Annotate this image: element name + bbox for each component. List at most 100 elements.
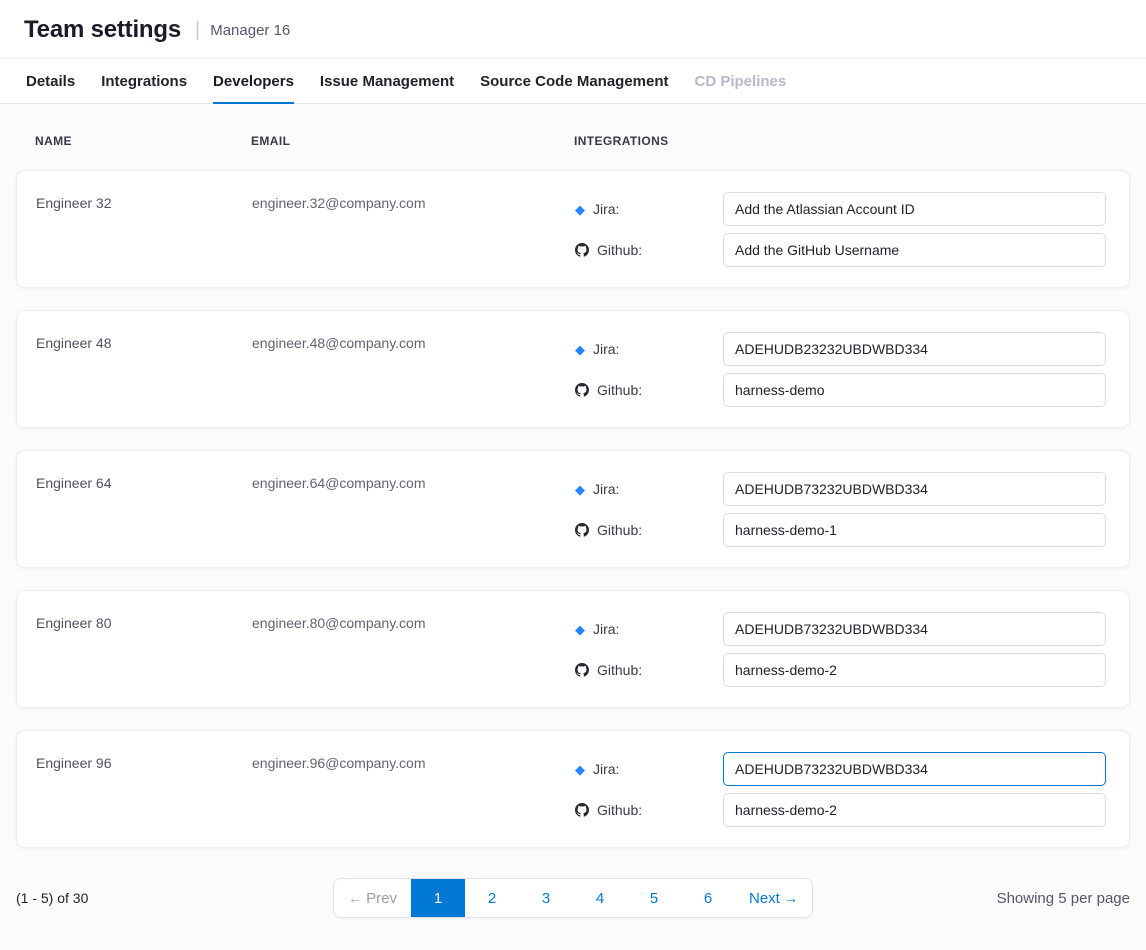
jira-account-input[interactable] bbox=[723, 472, 1106, 506]
column-header-integrations: INTEGRATIONS bbox=[574, 134, 1107, 148]
jira-row: ◆ Jira: bbox=[575, 192, 1106, 226]
prev-label: Prev bbox=[366, 890, 397, 907]
jira-label-text: Jira: bbox=[593, 481, 619, 497]
github-label: Github: bbox=[575, 242, 723, 258]
jira-row: ◆ Jira: bbox=[575, 612, 1106, 646]
github-icon bbox=[575, 523, 589, 537]
pagination-bar: (1 - 5) of 30 ← Prev 1 2 3 4 5 6 Next → … bbox=[0, 870, 1146, 942]
page-button-3[interactable]: 3 bbox=[519, 879, 573, 917]
column-header-email: EMAIL bbox=[251, 134, 574, 148]
developer-card: Engineer 32 engineer.32@company.com ◆ Ji… bbox=[16, 170, 1130, 288]
column-header-name: NAME bbox=[35, 134, 251, 148]
jira-label-text: Jira: bbox=[593, 201, 619, 217]
header: Team settings | Manager 16 bbox=[0, 0, 1146, 59]
jira-label-text: Jira: bbox=[593, 621, 619, 637]
github-row: Github: bbox=[575, 513, 1106, 547]
github-label-text: Github: bbox=[597, 382, 642, 398]
page-button-4[interactable]: 4 bbox=[573, 879, 627, 917]
developer-card: Engineer 96 engineer.96@company.com ◆ Ji… bbox=[16, 730, 1130, 848]
github-row: Github: bbox=[575, 373, 1106, 407]
integrations-cell: ◆ Jira: Github: bbox=[575, 731, 1106, 847]
table-column-headers: NAME EMAIL INTEGRATIONS bbox=[16, 104, 1130, 170]
github-label: Github: bbox=[575, 802, 723, 818]
jira-label: ◆ Jira: bbox=[575, 201, 723, 217]
github-label-text: Github: bbox=[597, 802, 642, 818]
github-icon bbox=[575, 663, 589, 677]
github-label: Github: bbox=[575, 662, 723, 678]
jira-row: ◆ Jira: bbox=[575, 332, 1106, 366]
jira-icon: ◆ bbox=[575, 203, 585, 216]
github-label-text: Github: bbox=[597, 662, 642, 678]
jira-row: ◆ Jira: bbox=[575, 752, 1106, 786]
pager: ← Prev 1 2 3 4 5 6 Next → bbox=[333, 878, 813, 918]
github-username-input[interactable] bbox=[723, 373, 1106, 407]
jira-icon: ◆ bbox=[575, 763, 585, 776]
github-row: Github: bbox=[575, 233, 1106, 267]
jira-icon: ◆ bbox=[575, 623, 585, 636]
left-arrow-icon: ← bbox=[348, 890, 362, 906]
developer-name: Engineer 96 bbox=[36, 731, 252, 847]
integrations-cell: ◆ Jira: Github: bbox=[575, 451, 1106, 567]
jira-label: ◆ Jira: bbox=[575, 481, 723, 497]
integrations-cell: ◆ Jira: Github: bbox=[575, 311, 1106, 427]
jira-account-input[interactable] bbox=[723, 752, 1106, 786]
developer-card: Engineer 64 engineer.64@company.com ◆ Ji… bbox=[16, 450, 1130, 568]
jira-label: ◆ Jira: bbox=[575, 621, 723, 637]
tab-details[interactable]: Details bbox=[26, 59, 75, 104]
page-title: Team settings bbox=[24, 16, 181, 44]
github-label-text: Github: bbox=[597, 522, 642, 538]
developer-card: Engineer 48 engineer.48@company.com ◆ Ji… bbox=[16, 310, 1130, 428]
integrations-cell: ◆ Jira: Github: bbox=[575, 591, 1106, 707]
tab-source-code-management[interactable]: Source Code Management bbox=[480, 59, 668, 104]
prev-page-button[interactable]: ← Prev bbox=[334, 879, 411, 917]
github-row: Github: bbox=[575, 793, 1106, 827]
jira-icon: ◆ bbox=[575, 483, 585, 496]
github-username-input[interactable] bbox=[723, 233, 1106, 267]
github-icon bbox=[575, 383, 589, 397]
developer-name: Engineer 48 bbox=[36, 311, 252, 427]
right-arrow-icon: → bbox=[784, 890, 798, 906]
team-name: Manager 16 bbox=[210, 22, 290, 39]
github-label: Github: bbox=[575, 382, 723, 398]
github-username-input[interactable] bbox=[723, 793, 1106, 827]
page-button-5[interactable]: 5 bbox=[627, 879, 681, 917]
jira-account-input[interactable] bbox=[723, 612, 1106, 646]
developer-email: engineer.32@company.com bbox=[252, 171, 575, 287]
jira-label-text: Jira: bbox=[593, 761, 619, 777]
page-button-1[interactable]: 1 bbox=[411, 879, 465, 917]
developers-panel: NAME EMAIL INTEGRATIONS Engineer 32 engi… bbox=[0, 104, 1146, 950]
page-button-6[interactable]: 6 bbox=[681, 879, 735, 917]
tab-bar: Details Integrations Developers Issue Ma… bbox=[0, 59, 1146, 104]
jira-label: ◆ Jira: bbox=[575, 341, 723, 357]
jira-label-text: Jira: bbox=[593, 341, 619, 357]
next-label: Next bbox=[749, 890, 780, 907]
page-button-2[interactable]: 2 bbox=[465, 879, 519, 917]
developer-name: Engineer 32 bbox=[36, 171, 252, 287]
github-username-input[interactable] bbox=[723, 513, 1106, 547]
tab-developers[interactable]: Developers bbox=[213, 59, 294, 104]
integrations-cell: ◆ Jira: Github: bbox=[575, 171, 1106, 287]
pagination-range: (1 - 5) of 30 bbox=[16, 890, 333, 906]
github-icon bbox=[575, 803, 589, 817]
developer-name: Engineer 64 bbox=[36, 451, 252, 567]
github-username-input[interactable] bbox=[723, 653, 1106, 687]
developer-name: Engineer 80 bbox=[36, 591, 252, 707]
github-label-text: Github: bbox=[597, 242, 642, 258]
jira-row: ◆ Jira: bbox=[575, 472, 1106, 506]
developer-email: engineer.48@company.com bbox=[252, 311, 575, 427]
title-separator: | bbox=[195, 19, 200, 42]
jira-account-input[interactable] bbox=[723, 192, 1106, 226]
jira-account-input[interactable] bbox=[723, 332, 1106, 366]
github-icon bbox=[575, 243, 589, 257]
github-label: Github: bbox=[575, 522, 723, 538]
tab-integrations[interactable]: Integrations bbox=[101, 59, 187, 104]
jira-label: ◆ Jira: bbox=[575, 761, 723, 777]
developer-email: engineer.64@company.com bbox=[252, 451, 575, 567]
developer-card: Engineer 80 engineer.80@company.com ◆ Ji… bbox=[16, 590, 1130, 708]
tab-issue-management[interactable]: Issue Management bbox=[320, 59, 454, 104]
per-page-text: Showing 5 per page bbox=[813, 890, 1130, 907]
developer-email: engineer.80@company.com bbox=[252, 591, 575, 707]
github-row: Github: bbox=[575, 653, 1106, 687]
jira-icon: ◆ bbox=[575, 343, 585, 356]
next-page-button[interactable]: Next → bbox=[735, 879, 812, 917]
